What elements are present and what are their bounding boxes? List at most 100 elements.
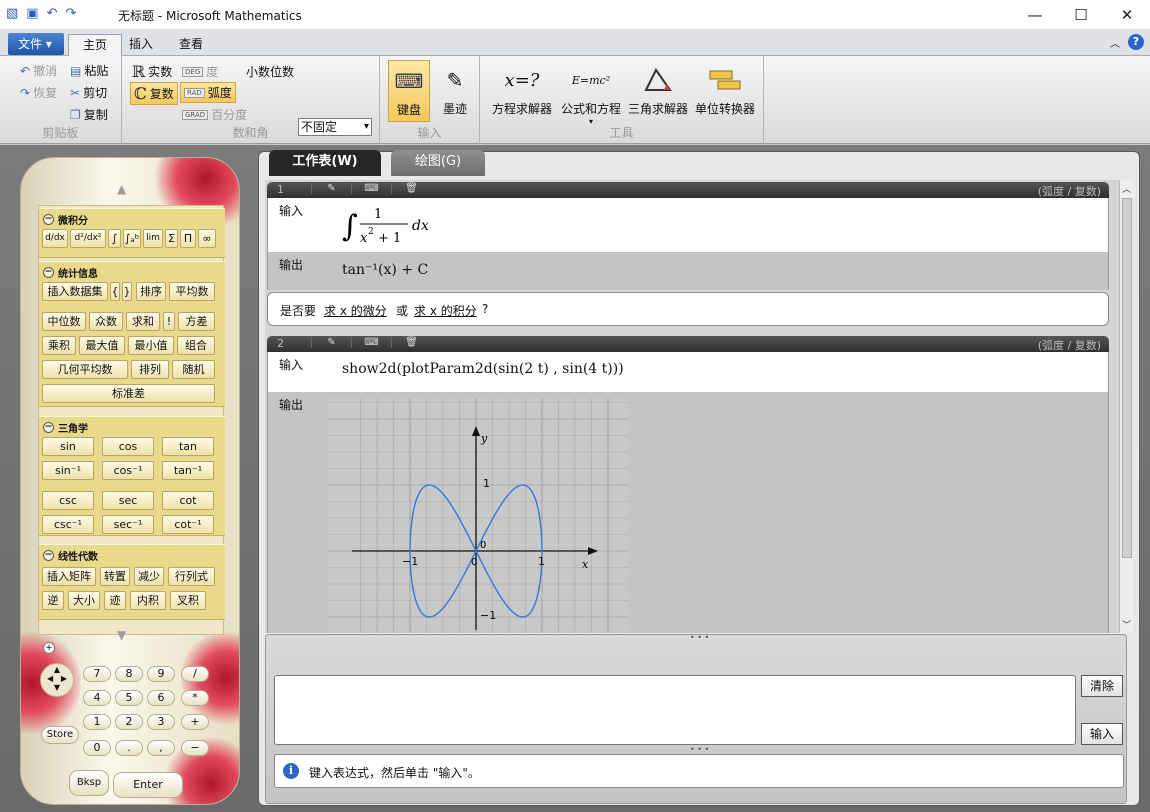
brace-open-button[interactable]: { [110,282,120,301]
key-9[interactable]: 9 [147,666,175,682]
csc-button[interactable]: csc [42,491,94,510]
max-button[interactable]: 最大值 [79,336,125,355]
geometric-mean-button[interactable]: 几何平均数 [42,360,128,379]
delete-icon[interactable]: 🗑 [391,337,431,348]
sort-button[interactable]: 排序 [136,282,166,301]
sum-button[interactable]: Σ [165,229,178,248]
min-button[interactable]: 最小值 [128,336,174,355]
key-6[interactable]: 6 [147,690,175,706]
file-menu-button[interactable]: 文件 ▾ [8,33,64,55]
determinant-button[interactable]: 行列式 [168,567,215,586]
sec-button[interactable]: sec [102,491,154,510]
keyboard-icon[interactable]: ⌨ [351,337,391,348]
enter-key[interactable]: Enter [113,772,183,798]
arccos-button[interactable]: cos⁻¹ [102,461,154,480]
combination-button[interactable]: 组合 [177,336,215,355]
key-plus[interactable]: + [181,714,209,730]
save-icon[interactable]: ▣ [26,6,38,21]
splitter-handle[interactable]: • • • [690,745,709,754]
splitter-handle[interactable]: • • • [690,633,709,642]
scroll-up-icon[interactable]: ︿ [1122,182,1131,195]
equation-solver-button[interactable]: x=? 方程求解器 [490,60,554,122]
key-7[interactable]: 7 [83,666,111,682]
random-button[interactable]: 随机 [172,360,215,379]
limit-button[interactable]: lim [143,229,163,248]
cos-button[interactable]: cos [102,437,154,456]
mode-button[interactable]: 众数 [89,312,123,331]
cross-product-button[interactable]: 叉积 [170,591,206,610]
edit-icon[interactable]: ✎ [311,337,351,348]
decimal-places-select[interactable]: 不固定 [298,118,372,136]
collapse-ribbon-icon[interactable]: ︿ [1110,35,1120,50]
tab-home[interactable]: 主页 [68,34,123,56]
key-minus[interactable]: − [181,740,209,756]
real-button[interactable]: ℝ 实数 [132,62,172,81]
variance-button[interactable]: 方差 [178,312,215,331]
add-icon[interactable]: + [43,642,55,654]
help-icon[interactable]: ? [1128,34,1144,50]
key-multiply[interactable]: * [181,690,209,706]
dot-product-button[interactable]: 内积 [130,591,166,610]
cot-button[interactable]: cot [162,491,214,510]
keyboard-button[interactable]: ⌨ 键盘 [388,60,430,122]
collapse-icon[interactable]: − [43,267,54,278]
insert-matrix-button[interactable]: 插入矩阵 [42,567,96,586]
key-1[interactable]: 1 [83,714,111,730]
arcsin-button[interactable]: sin⁻¹ [42,461,94,480]
factorial-button[interactable]: ! [163,312,175,331]
key-decimal[interactable]: . [115,740,143,756]
collapse-icon[interactable]: − [43,422,54,433]
scroll-up-icon[interactable]: ▲ [117,182,126,196]
entry-2-input[interactable]: 输入 show2d(plotParam2d(sin(2 t) , sin(4 t… [267,352,1109,392]
derivative-button[interactable]: d/dx [42,229,68,248]
size-button[interactable]: 大小 [68,591,100,610]
sum-stat-button[interactable]: 求和 [126,312,160,331]
reduce-button[interactable]: 减少 [134,567,164,586]
keyboard-icon[interactable]: ⌨ [351,183,391,194]
key-4[interactable]: 4 [83,690,111,706]
arccsc-button[interactable]: csc⁻¹ [42,515,94,534]
paste-button[interactable]: ▤ 粘贴 [70,62,108,79]
key-8[interactable]: 8 [115,666,143,682]
store-button[interactable]: Store [41,726,79,744]
brace-close-button[interactable]: } [122,282,132,301]
complex-button[interactable]: ℂ 复数 [130,82,178,105]
parametric-plot[interactable]: x y −1 1 1 −1 0 0 [328,398,628,633]
copy-button[interactable]: ❐ 复制 [70,106,108,123]
minimize-button[interactable]: — [1012,0,1058,30]
key-0[interactable]: 0 [83,740,111,756]
arccot-button[interactable]: cot⁻¹ [162,515,214,534]
tab-graph[interactable]: 绘图(G) [391,150,485,176]
gradian-button[interactable]: GRAD 百分度 [182,106,247,123]
key-3[interactable]: 3 [147,714,175,730]
scrollbar-thumb[interactable] [1122,198,1132,558]
collapse-icon[interactable]: − [43,214,54,225]
maximize-button[interactable]: ☐ [1058,0,1104,30]
mean-button[interactable]: 平均数 [169,282,215,301]
triangle-solver-button[interactable]: 三角求解器 [626,60,690,122]
expression-input[interactable] [274,675,1076,745]
arctan-button[interactable]: tan⁻¹ [162,461,214,480]
insert-dataset-button[interactable]: 插入数据集 [42,282,108,301]
differentiate-link[interactable]: 求 x 的微分 [324,304,387,318]
unit-converter-button[interactable]: 单位转换器 [692,60,758,122]
key-divide[interactable]: / [181,666,209,682]
inverse-button[interactable]: 逆 [42,591,64,610]
product-stat-button[interactable]: 乘积 [42,336,76,355]
worksheet-scrollbar[interactable]: ︿ ﹀ [1119,180,1133,633]
redo-icon[interactable]: ↷ [66,6,77,21]
entry-1-input[interactable]: 输入 ∫ 1 x 2 + 1 dx [267,198,1109,252]
tab-insert[interactable]: 插入 [115,34,167,56]
delete-icon[interactable]: 🗑 [391,183,431,194]
ink-button[interactable]: ✎ 墨迹 [434,60,476,122]
cursor-navigation-pad[interactable]: ▲ ◀ ▶ ▼ [40,663,74,697]
radian-button[interactable]: RAD 弧度 [180,82,236,103]
edit-icon[interactable]: ✎ [311,183,351,194]
key-5[interactable]: 5 [115,690,143,706]
enter-button[interactable]: 输入 [1081,723,1123,745]
permutation-button[interactable]: 排列 [131,360,169,379]
clear-button[interactable]: 清除 [1081,675,1123,697]
product-button[interactable]: Π [180,229,196,248]
integral-button[interactable]: ∫ [108,229,121,248]
redo-button[interactable]: ↷ 恢复 [20,84,57,101]
